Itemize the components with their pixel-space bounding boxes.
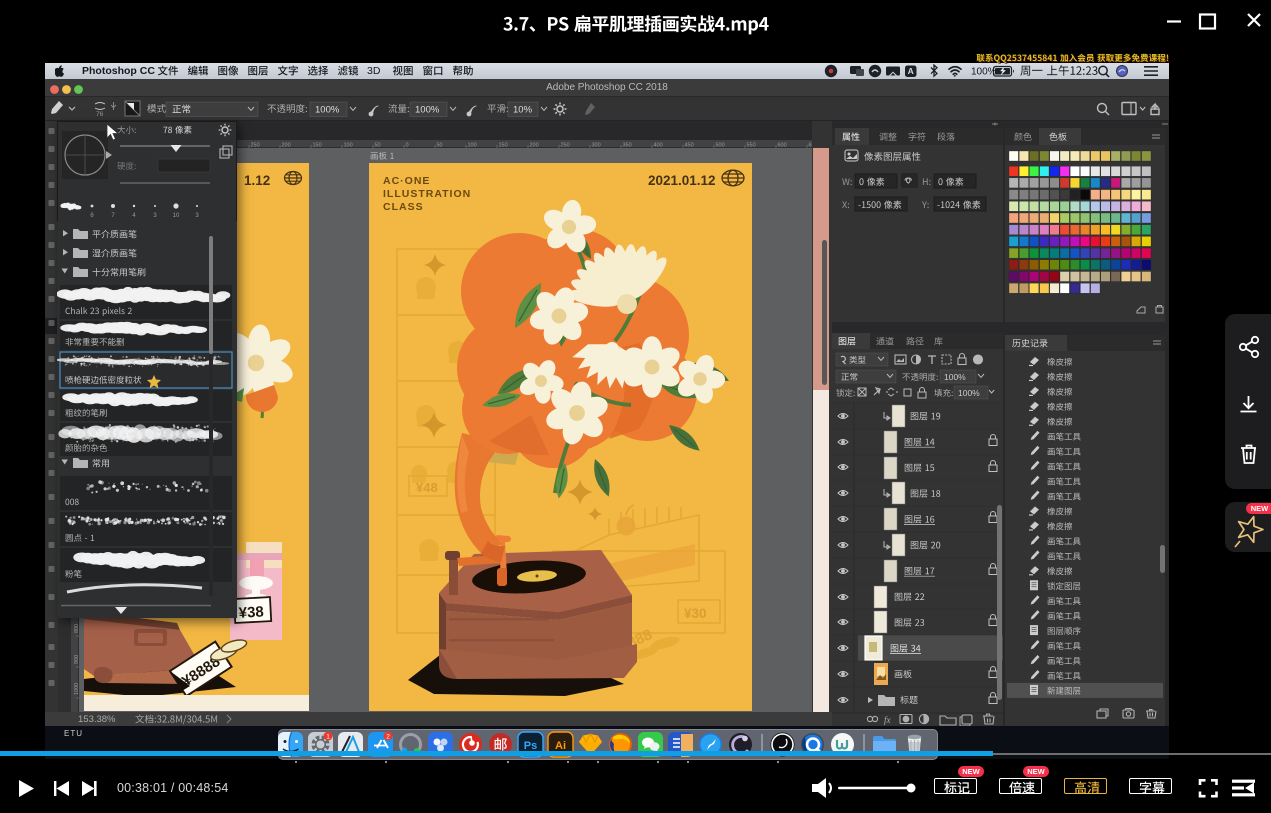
svg-text:A: A [908,66,914,76]
svg-text:7: 7 [111,213,115,219]
svg-text:10: 10 [173,213,180,219]
svg-text:650: 650 [809,143,813,149]
svg-text:300: 300 [592,143,601,149]
svg-text:2: 2 [386,734,390,741]
svg-text:50: 50 [375,143,381,149]
svg-text:100%: 100% [958,388,980,398]
svg-text:100: 100 [344,143,353,149]
svg-text:250: 250 [251,143,260,149]
svg-text:1: 1 [326,734,330,741]
svg-text:4: 4 [132,213,136,219]
svg-text:50: 50 [437,143,443,149]
svg-text:0: 0 [406,143,409,149]
svg-text:ILLUSTRATION: ILLUSTRATION [383,188,471,200]
svg-text:200: 200 [282,143,291,149]
svg-text:3: 3 [195,213,199,219]
svg-text:¥38: ¥38 [238,603,264,621]
svg-text:100%: 100% [971,67,997,78]
svg-text:2021.01.12: 2021.01.12 [648,173,716,188]
svg-text:200: 200 [530,143,539,149]
svg-text:¥30: ¥30 [684,606,707,621]
svg-text:150: 150 [313,143,322,149]
svg-text:CLASS: CLASS [383,201,424,213]
svg-text:AC·ONE: AC·ONE [383,175,430,187]
svg-text:100%: 100% [944,372,966,382]
svg-text:fx: fx [884,715,891,725]
svg-text:450: 450 [685,143,694,149]
svg-text:500: 500 [716,143,725,149]
svg-text:100%: 100% [315,105,340,116]
svg-text:400: 400 [654,143,663,149]
svg-text:76: 76 [96,111,104,118]
svg-text:3: 3 [153,213,157,219]
svg-text:1.12: 1.12 [244,173,270,188]
svg-text:10%: 10% [513,105,533,116]
svg-text:350: 350 [623,143,632,149]
svg-text:100: 100 [468,143,477,149]
svg-text:800: 800 [74,624,79,633]
svg-text:550: 550 [747,143,756,149]
svg-text:6: 6 [90,213,94,219]
svg-text:1000: 1000 [74,683,79,695]
svg-text:100%: 100% [415,105,440,116]
svg-text:900: 900 [74,655,79,664]
svg-text:¥48: ¥48 [416,480,438,495]
svg-text:600: 600 [778,143,787,149]
svg-text:150: 150 [499,143,508,149]
svg-text:250: 250 [561,143,570,149]
